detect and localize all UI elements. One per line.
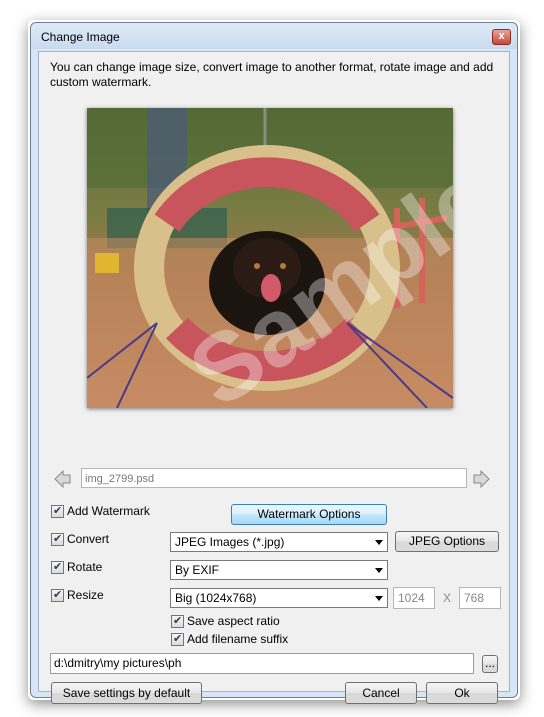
close-button[interactable]: x [492,29,511,45]
save-aspect-ratio-label: Save aspect ratio [187,614,280,628]
watermark-options-button[interactable]: Watermark Options [231,504,387,525]
add-filename-suffix-label: Add filename suffix [187,632,289,646]
format-select[interactable]: JPEG Images (*.jpg) [170,532,388,552]
output-path-input[interactable]: d:\dmitry\my pictures\ph [50,653,474,674]
cancel-button[interactable]: Cancel [345,682,417,704]
browse-button[interactable]: ... [482,655,498,673]
resize-height-input[interactable]: 768 [459,587,501,609]
image-preview: Sample [87,108,453,408]
save-settings-default-button[interactable]: Save settings by default [51,682,202,704]
convert-label: Convert [67,532,110,546]
dialog-title: Change Image [41,30,120,44]
resize-width-input[interactable]: 1024 [393,587,435,609]
convert-checkbox[interactable] [51,532,64,546]
save-aspect-ratio-checkbox[interactable] [171,614,184,628]
add-filename-suffix-checkbox[interactable] [171,632,184,646]
add-watermark-label: Add Watermark [67,504,150,518]
rotate-select-value: By EXIF [175,563,220,577]
resize-checkbox[interactable] [51,588,64,602]
file-name-field[interactable]: img_2799.psd [81,468,467,488]
resize-label: Resize [67,588,104,602]
rotate-select[interactable]: By EXIF [170,560,388,580]
description-text: You can change image size, convert image… [50,60,494,89]
preview-photo: Sample [87,108,453,408]
change-image-dialog: Change Image x You can change image size… [30,22,518,704]
resize-x-separator: X [443,591,452,605]
previous-arrow-icon[interactable] [53,470,71,488]
chevron-down-icon [375,596,383,601]
resize-select[interactable]: Big (1024x768) [170,588,388,608]
rotate-checkbox[interactable] [51,560,64,574]
rotate-label: Rotate [67,560,103,574]
chevron-down-icon [375,540,383,545]
title-bar[interactable]: Change Image x [31,23,517,49]
resize-select-value: Big (1024x768) [175,591,257,605]
dialog-body: You can change image size, convert image… [38,51,510,704]
format-select-value: JPEG Images (*.jpg) [175,535,285,549]
add-watermark-checkbox[interactable] [51,504,64,518]
ok-button[interactable]: Ok [426,682,498,704]
chevron-down-icon [375,568,383,573]
jpeg-options-button[interactable]: JPEG Options [395,531,499,552]
next-arrow-icon[interactable] [473,470,491,488]
